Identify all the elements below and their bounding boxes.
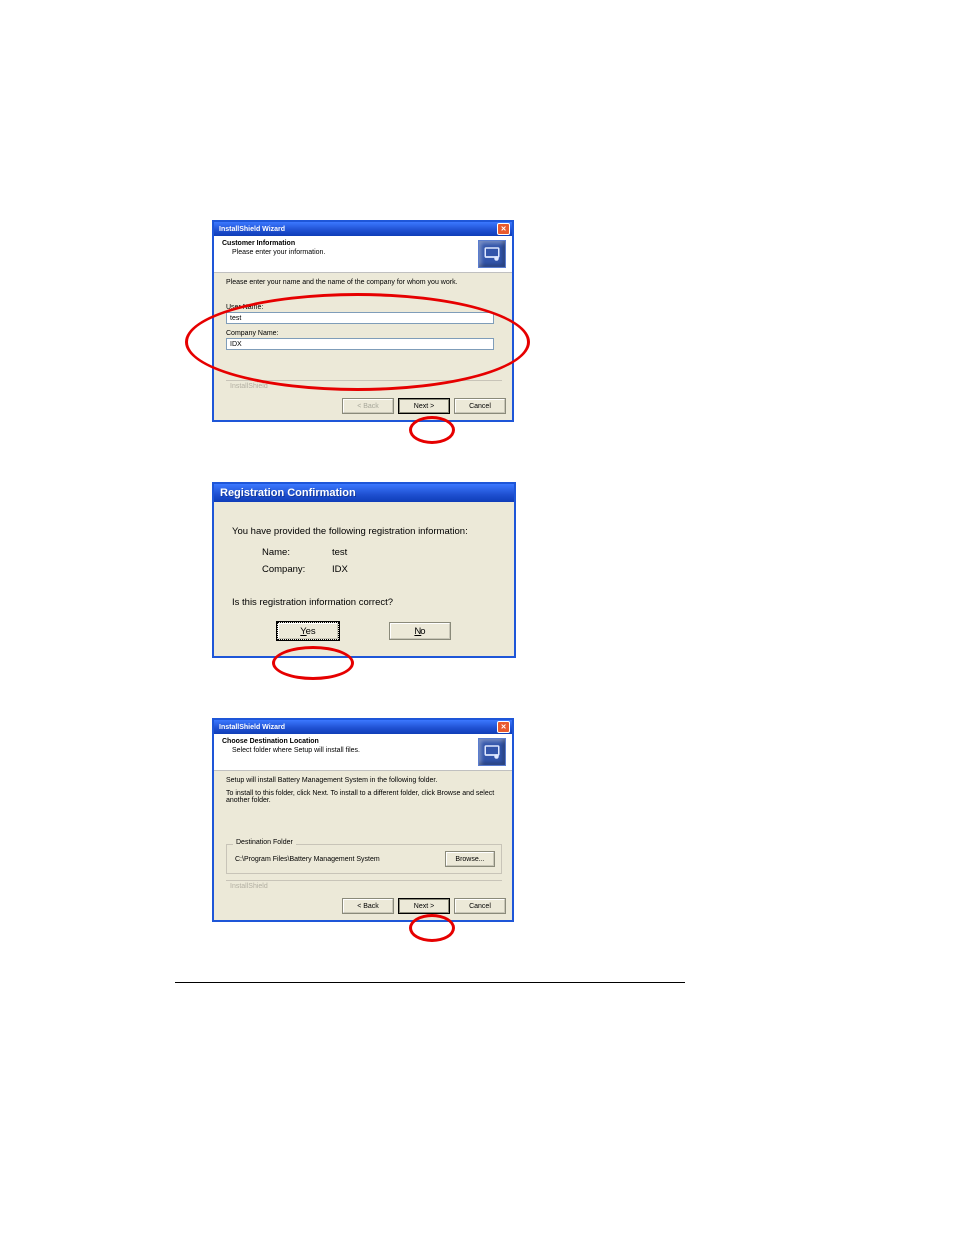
no-button[interactable]: No [389, 622, 451, 640]
installer-icon [478, 240, 506, 268]
dialog-header: Customer Information Please enter your i… [214, 236, 512, 273]
header-title: Customer Information [222, 240, 295, 247]
close-icon[interactable]: ✕ [497, 223, 510, 235]
titlebar[interactable]: InstallShield Wizard ✕ [214, 720, 512, 734]
company-name-input[interactable]: IDX [226, 338, 494, 350]
instruction-text: Please enter your name and the name of t… [226, 279, 502, 286]
screenshot-1-wrap: InstallShield Wizard ✕ Customer Informat… [0, 220, 954, 422]
button-bar: < Back Next > Cancel [214, 394, 512, 420]
footer-separator [226, 380, 502, 381]
screenshot-3-wrap: InstallShield Wizard ✕ Choose Destinatio… [0, 718, 954, 922]
dialog-header: Choose Destination Location Select folde… [214, 734, 512, 771]
footer-separator [226, 880, 502, 881]
company-name-label: Company Name: [226, 330, 502, 337]
registration-confirmation-dialog: Registration Confirmation You have provi… [212, 482, 516, 658]
back-button[interactable]: < Back [342, 898, 394, 914]
header-text: Choose Destination Location Select folde… [222, 738, 360, 754]
button-bar: Yes No [214, 622, 514, 656]
window-title: InstallShield Wizard [219, 724, 285, 731]
dialog-body: Please enter your name and the name of t… [214, 273, 512, 394]
screenshot-2-wrap: Registration Confirmation You have provi… [0, 482, 954, 658]
brand-text: InstallShield [230, 383, 502, 390]
body-line-1: Setup will install Battery Management Sy… [226, 777, 502, 784]
installshield-destination-dialog: InstallShield Wizard ✕ Choose Destinatio… [212, 718, 514, 922]
next-button[interactable]: Next > [398, 398, 450, 414]
folder-path: C:\Program Files\Battery Management Syst… [235, 856, 380, 863]
window-title: Registration Confirmation [220, 487, 356, 499]
brand-text: InstallShield [230, 883, 502, 890]
question-text: Is this registration information correct… [232, 597, 498, 608]
info-grid: Name: test Company: IDX [262, 547, 498, 575]
header-subtitle: Select folder where Setup will install f… [222, 747, 360, 754]
company-label: Company: [262, 564, 332, 575]
cancel-button[interactable]: Cancel [454, 898, 506, 914]
window-title: InstallShield Wizard [219, 226, 285, 233]
header-title: Choose Destination Location [222, 738, 319, 745]
user-name-input[interactable]: test [226, 312, 494, 324]
user-name-label: User Name: [226, 304, 502, 311]
header-subtitle: Please enter your information. [222, 249, 325, 256]
cancel-button[interactable]: Cancel [454, 398, 506, 414]
back-button: < Back [342, 398, 394, 414]
next-button[interactable]: Next > [398, 898, 450, 914]
browse-button[interactable]: Browse... [445, 851, 495, 867]
titlebar[interactable]: InstallShield Wizard ✕ [214, 222, 512, 236]
close-icon[interactable]: ✕ [497, 721, 510, 733]
info-line: You have provided the following registra… [232, 526, 498, 537]
installer-icon [478, 738, 506, 766]
installshield-customer-dialog: InstallShield Wizard ✕ Customer Informat… [212, 220, 514, 422]
button-bar: < Back Next > Cancel [214, 894, 512, 920]
titlebar[interactable]: Registration Confirmation [214, 484, 514, 502]
body-line-2: To install to this folder, click Next. T… [226, 790, 502, 804]
name-value: test [332, 547, 498, 558]
close-glyph: ✕ [501, 724, 507, 731]
dialog-body: Setup will install Battery Management Sy… [214, 771, 512, 894]
header-text: Customer Information Please enter your i… [222, 240, 325, 256]
yes-button[interactable]: Yes [277, 622, 339, 640]
name-label: Name: [262, 547, 332, 558]
close-glyph: ✕ [501, 226, 507, 233]
dialog-body: You have provided the following registra… [214, 502, 514, 622]
destination-folder-group: Destination Folder C:\Program Files\Batt… [226, 844, 502, 874]
company-value: IDX [332, 564, 498, 575]
document-page: InstallShield Wizard ✕ Customer Informat… [0, 0, 954, 1183]
group-legend: Destination Folder [233, 839, 296, 846]
yes-label-rest: es [306, 626, 316, 637]
page-footer-rule [175, 982, 685, 983]
no-label-rest: o [420, 626, 425, 637]
